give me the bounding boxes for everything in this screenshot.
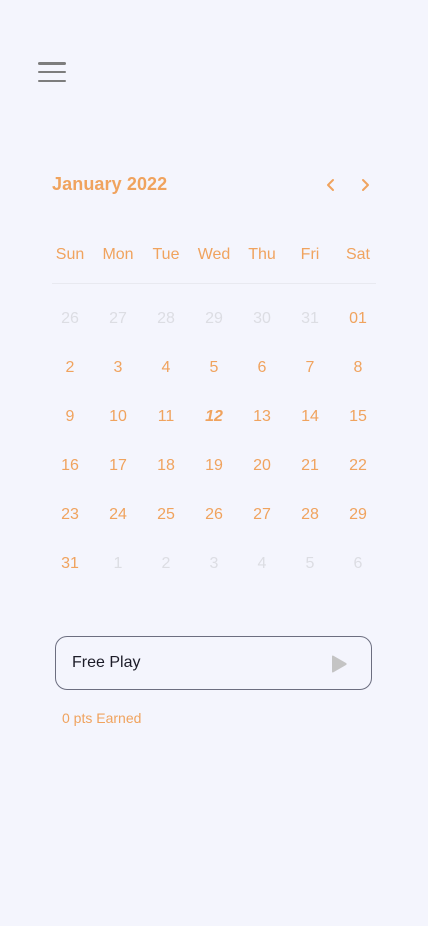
calendar-day[interactable]: 15 [334,394,382,443]
calendar-day[interactable]: 4 [142,345,190,394]
calendar-week-row: 2345678 [46,345,382,394]
points-earned-text: 0 pts Earned [62,710,142,726]
calendar-day[interactable]: 23 [46,492,94,541]
calendar-day[interactable]: 27 [94,296,142,345]
calendar-day[interactable]: 3 [94,345,142,394]
calendar-day[interactable]: 01 [334,296,382,345]
weekday-label: Sat [345,246,370,263]
calendar-day[interactable]: 22 [334,443,382,492]
calendar-day[interactable]: 14 [286,394,334,443]
calendar-day[interactable]: 19 [190,443,238,492]
calendar-day[interactable]: 28 [142,296,190,345]
calendar-day[interactable]: 5 [190,345,238,394]
calendar-day[interactable]: 28 [286,492,334,541]
calendar-day[interactable]: 21 [286,443,334,492]
play-icon [332,655,347,673]
calendar-day[interactable]: 26 [46,296,94,345]
calendar-header: January 2022 [52,172,376,198]
hamburger-menu-icon[interactable] [38,62,66,82]
calendar-day[interactable]: 6 [238,345,286,394]
chevron-left-icon[interactable] [322,176,340,194]
weekday-label: Wed [197,246,231,263]
month-title: January 2022 [52,174,168,194]
menu-line [38,62,66,65]
calendar-day[interactable]: 2 [142,541,190,590]
calendar-week-row: 23 24 25 26 27 28 29 [46,492,382,541]
calendar-day[interactable]: 27 [238,492,286,541]
calendar-day[interactable]: 8 [334,345,382,394]
chevron-right-icon[interactable] [356,176,374,194]
calendar-week-row: 16 17 18 19 20 21 22 [46,443,382,492]
calendar-day[interactable]: 20 [238,443,286,492]
calendar-day[interactable]: 1 [94,541,142,590]
calendar-day[interactable]: 29 [334,492,382,541]
calendar-day[interactable]: 16 [46,443,94,492]
calendar-day-today[interactable]: 12 [190,394,238,443]
weekday-label: Thu [248,246,276,263]
calendar-day[interactable]: 9 [46,394,94,443]
calendar-week-row: 26 27 28 29 30 31 01 [46,296,382,345]
calendar-day[interactable]: 25 [142,492,190,541]
calendar-day[interactable]: 17 [94,443,142,492]
calendar-day[interactable]: 13 [238,394,286,443]
free-play-label: Free Play [72,654,141,671]
calendar-day[interactable]: 5 [286,541,334,590]
calendar-day[interactable]: 24 [94,492,142,541]
calendar-grid: 26 27 28 29 30 31 01 2 3 4 5 6 7 8 9 10 11 12 13 14 15 16 17 18… [46,296,382,590]
calendar-day[interactable]: 4 [238,541,286,590]
menu-line [38,79,66,82]
calendar-divider [52,283,376,284]
weekday-label: Fri [300,246,320,263]
calendar-day[interactable]: 29 [190,296,238,345]
calendar-day[interactable]: 31 [286,296,334,345]
calendar-day[interactable]: 10 [94,394,142,443]
calendar-day[interactable]: 6 [334,541,382,590]
menu-line [38,70,66,74]
calendar-day[interactable]: 7 [286,345,334,394]
calendar-day[interactable]: 11 [142,394,190,443]
weekday-label: Tue [152,246,180,263]
calendar-day[interactable]: 31 [46,541,94,590]
calendar-day[interactable]: 18 [142,443,190,492]
calendar-day[interactable]: 26 [190,492,238,541]
calendar-day[interactable]: 3 [190,541,238,590]
calendar-day[interactable]: 30 [238,296,286,345]
calendar-week-row: 31 1 2 3 4 5 6 [46,541,382,590]
calendar-week-row: 9 10 11 12 13 14 15 [46,394,382,443]
weekday-label: Sun [55,246,85,263]
weekday-header-row: Sun Mon Tue Wed Thu Fri Sat [46,246,382,264]
weekday-label: Mon [102,246,134,263]
free-play-button[interactable]: Free Play [55,636,372,690]
calendar-day[interactable]: 2 [46,345,94,394]
